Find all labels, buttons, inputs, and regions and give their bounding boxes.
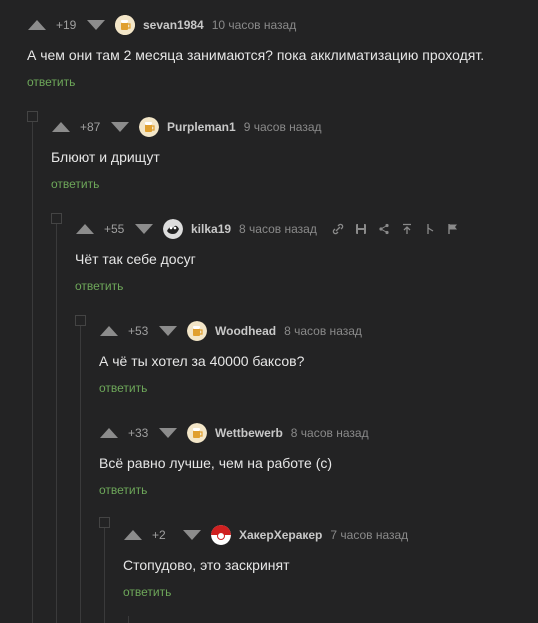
comment-text: Чёт так себе досуг — [75, 251, 196, 267]
reply-link[interactable]: ответить — [51, 177, 99, 191]
reply-link[interactable]: ответить — [27, 75, 75, 89]
comment-rating: +19 — [56, 18, 77, 32]
thread-line — [80, 320, 81, 623]
comment-actions — [327, 222, 465, 236]
red-avatar-icon — [211, 525, 231, 545]
thread-line — [104, 522, 105, 623]
user-avatar[interactable] — [163, 219, 183, 239]
go-to-parent-icon[interactable] — [396, 222, 419, 236]
user-avatar[interactable] — [187, 423, 207, 443]
comment-text: Блюют и дрищут — [51, 149, 160, 165]
reply-link[interactable]: ответить — [99, 483, 147, 497]
upvote-button[interactable] — [100, 428, 118, 438]
downvote-button[interactable] — [111, 122, 129, 132]
beer-icon — [115, 15, 135, 35]
beer-icon — [139, 117, 159, 137]
comment-time[interactable]: 9 часов назад — [244, 120, 322, 134]
comment-time[interactable]: 10 часов назад — [212, 18, 296, 32]
comment-rating: +55 — [104, 222, 125, 236]
username[interactable]: Wettbewerb — [215, 426, 283, 440]
branch-icon[interactable] — [419, 222, 442, 236]
report-flag-icon[interactable] — [442, 222, 465, 236]
reply-link[interactable]: ответить — [123, 585, 171, 599]
beer-icon — [187, 423, 207, 443]
collapse-thread-button[interactable] — [27, 111, 38, 122]
comment-text: А чем они там 2 месяца занимаются? пока … — [27, 47, 485, 63]
comment-rating: +87 — [80, 120, 101, 134]
beer-icon — [187, 321, 207, 341]
comment-rating: +33 — [128, 426, 149, 440]
upvote-button[interactable] — [76, 224, 94, 234]
user-avatar[interactable] — [115, 15, 135, 35]
comment-text: А чё ты хотел за 40000 баксов? — [99, 353, 305, 369]
comment-rating: +2 — [152, 528, 166, 542]
comment-text: Всё равно лучше, чем на работе (с) — [99, 455, 333, 471]
comment-rating: +53 — [128, 324, 149, 338]
upvote-button[interactable] — [124, 530, 142, 540]
upvote-button[interactable] — [28, 20, 46, 30]
username[interactable]: kilka19 — [191, 222, 231, 236]
comment-text: Стопудово, это заскринят — [123, 557, 290, 573]
reply-link[interactable]: ответить — [75, 279, 123, 293]
comment-time[interactable]: 8 часов назад — [239, 222, 317, 236]
thread-line — [32, 116, 33, 623]
downvote-button[interactable] — [135, 224, 153, 234]
upvote-button[interactable] — [52, 122, 70, 132]
comment-time[interactable]: 7 часов назад — [330, 528, 408, 542]
save-icon[interactable] — [350, 222, 373, 236]
collapse-thread-button[interactable] — [99, 517, 110, 528]
username[interactable]: sevan1984 — [143, 18, 204, 32]
username[interactable]: Purpleman1 — [167, 120, 236, 134]
comment-time[interactable]: 8 часов назад — [291, 426, 369, 440]
bw-avatar-icon — [163, 219, 183, 239]
link-icon[interactable] — [327, 222, 350, 236]
reply-link[interactable]: ответить — [99, 381, 147, 395]
downvote-button[interactable] — [159, 326, 177, 336]
comment-time[interactable]: 8 часов назад — [284, 324, 362, 338]
username[interactable]: Woodhead — [215, 324, 276, 338]
downvote-button[interactable] — [159, 428, 177, 438]
collapse-thread-button[interactable] — [51, 213, 62, 224]
thread-line — [128, 616, 129, 623]
upvote-button[interactable] — [100, 326, 118, 336]
thread-line — [56, 218, 57, 623]
user-avatar[interactable] — [187, 321, 207, 341]
username[interactable]: ХакерХеракер — [239, 528, 322, 542]
share-icon[interactable] — [373, 222, 396, 236]
user-avatar[interactable] — [211, 525, 231, 545]
downvote-button[interactable] — [87, 20, 105, 30]
user-avatar[interactable] — [139, 117, 159, 137]
collapse-thread-button[interactable] — [75, 315, 86, 326]
downvote-button[interactable] — [183, 530, 201, 540]
